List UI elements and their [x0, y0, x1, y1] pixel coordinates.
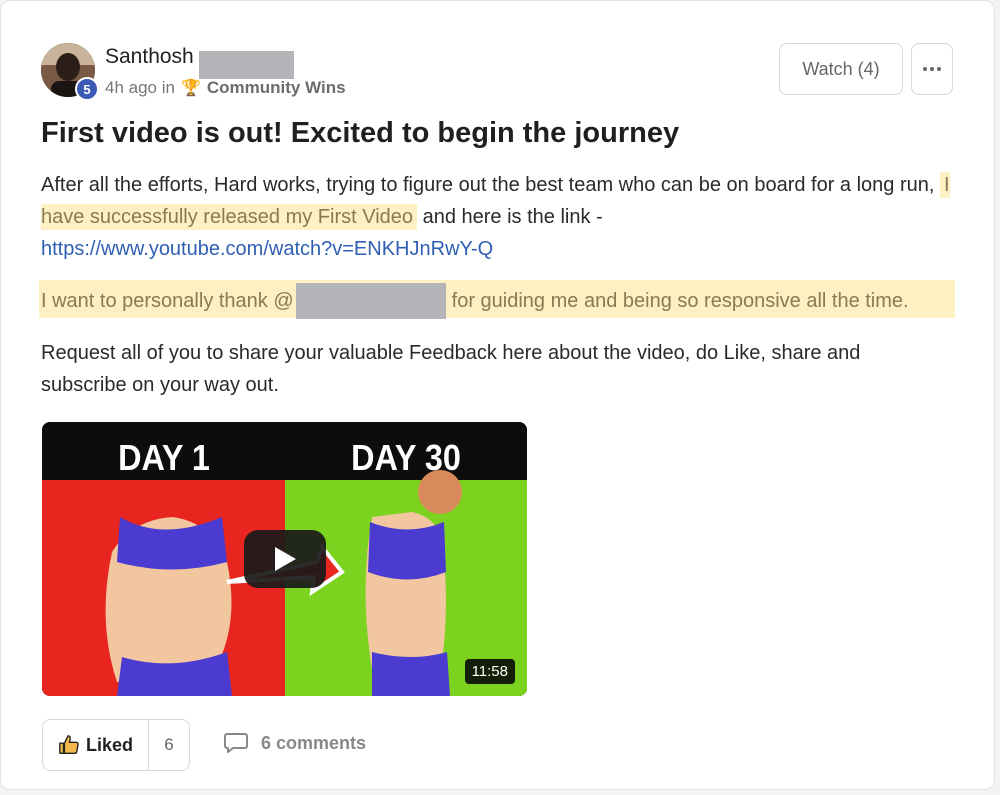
redacted-mention [295, 283, 446, 319]
post-body-paragraph-3: Request all of you to share your valuabl… [41, 342, 861, 396]
like-count[interactable]: 6 [149, 720, 189, 770]
p1-start: After all the efforts, Hard works, tryin… [41, 174, 935, 196]
more-options-button[interactable] [911, 43, 953, 95]
day-1-label: DAY 1 [118, 438, 210, 478]
post-title: First video is out! Excited to begin the… [41, 117, 680, 149]
comments-button[interactable]: 6 comments [223, 731, 366, 755]
redacted-name [199, 51, 294, 79]
p2-start: I want to personally thank @ [41, 290, 294, 312]
thumbs-up-icon [59, 735, 79, 754]
author-name[interactable]: Santhosh [105, 45, 194, 69]
video-thumbnail[interactable]: DAY 1 DAY 30 11:58 [42, 422, 527, 696]
post-meta: 4h ago in 🏆 Community Wins [105, 78, 346, 98]
p2-end: for guiding me and being so responsive a… [451, 290, 909, 312]
watch-button[interactable]: Watch (4) [779, 43, 903, 95]
comments-label: 6 comments [261, 732, 367, 753]
like-button[interactable]: Liked [43, 720, 149, 770]
post-body-paragraph-1: After all the efforts, Hard works, tryin… [41, 169, 961, 265]
video-link[interactable]: https://www.youtube.com/watch?v=ENKHJnRw… [41, 238, 493, 260]
like-group: Liked 6 [42, 719, 190, 771]
play-icon [275, 547, 296, 571]
play-button[interactable] [244, 530, 326, 588]
category-link[interactable]: Community Wins [207, 78, 346, 98]
post-time: 4h ago in [105, 78, 175, 97]
post-body-paragraph-2: I want to personally thank @ for guiding… [41, 283, 909, 319]
post-card: 5 Santhosh 4h ago in 🏆 Community Wins Wa… [0, 0, 995, 790]
comment-icon [224, 733, 248, 753]
video-duration: 11:58 [464, 659, 515, 684]
trophy-icon: 🏆 [180, 80, 201, 97]
more-dots-icon [923, 67, 941, 71]
like-label: Liked [85, 734, 133, 755]
p1-end: and here is the link - [422, 206, 603, 228]
level-badge: 5 [75, 77, 99, 101]
